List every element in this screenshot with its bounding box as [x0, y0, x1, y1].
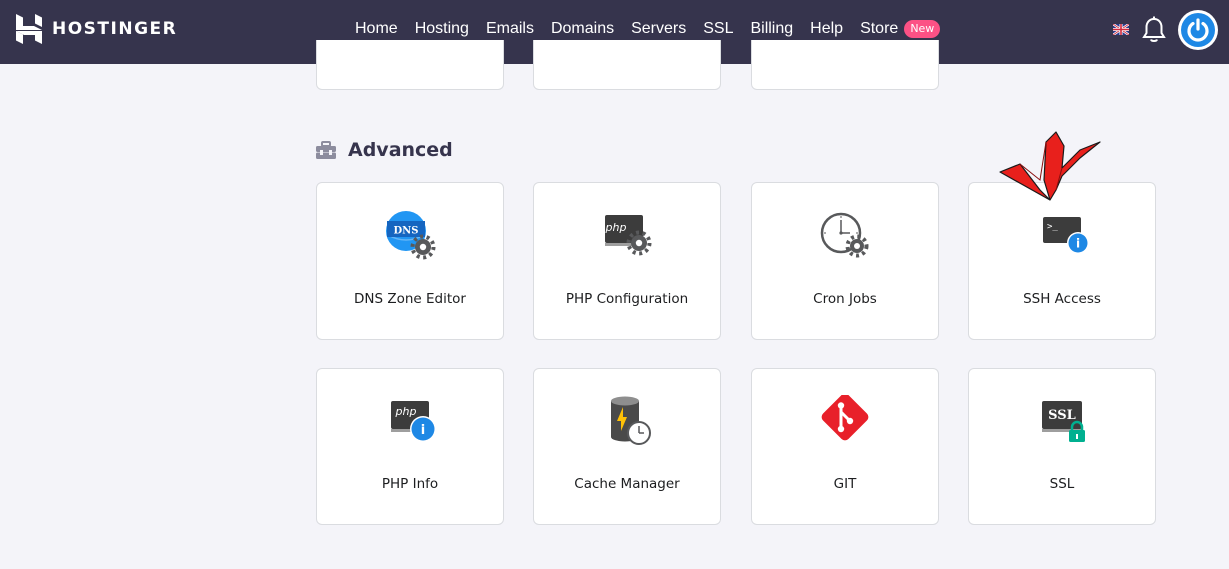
- php-info-card[interactable]: php i PHP Info: [316, 368, 504, 525]
- account-avatar[interactable]: [1178, 10, 1218, 50]
- brand-logo[interactable]: HOSTINGER: [16, 14, 177, 44]
- dns-gear-icon: DNS: [386, 211, 436, 260]
- nav-servers[interactable]: Servers: [631, 19, 686, 39]
- nav-domains[interactable]: Domains: [551, 19, 614, 39]
- tool-label: DNS Zone Editor: [354, 291, 466, 307]
- ssl-card[interactable]: SSL SSL: [968, 368, 1156, 525]
- svg-text:php: php: [395, 405, 417, 418]
- clock-gear-icon: [820, 212, 869, 258]
- advanced-section-header: Advanced: [316, 139, 453, 161]
- hostinger-logo-icon: [16, 14, 42, 44]
- nav-store[interactable]: Store New: [860, 19, 941, 39]
- nav-store-label: Store: [860, 20, 899, 37]
- power-icon: [1187, 18, 1209, 42]
- bell-icon[interactable]: [1141, 16, 1167, 44]
- database-lightning-clock-icon: [611, 396, 651, 445]
- toolbox-icon: [316, 141, 336, 159]
- tool-label: Cron Jobs: [813, 291, 877, 307]
- tool-label: SSL: [1049, 476, 1075, 492]
- nav-billing[interactable]: Billing: [750, 19, 793, 39]
- svg-text:i: i: [421, 423, 425, 438]
- tool-label: Cache Manager: [574, 476, 680, 492]
- tool-label: PHP Configuration: [565, 291, 689, 307]
- svg-text:DNS: DNS: [393, 226, 418, 237]
- php-configuration-card[interactable]: php PHP Configuration: [533, 182, 721, 340]
- uk-flag-icon[interactable]: [1113, 24, 1129, 35]
- brand-name: HOSTINGER: [52, 19, 178, 39]
- nav-emails[interactable]: Emails: [486, 19, 534, 39]
- previous-tool-card-1[interactable]: [316, 40, 504, 90]
- dns-zone-editor-card[interactable]: DNS DNS Zone Editor: [316, 182, 504, 340]
- red-checkmark-annotation-icon: [999, 131, 1101, 201]
- php-info-icon: php i: [391, 401, 436, 442]
- ssh-access-card[interactable]: >_ i SSH Access: [968, 182, 1156, 340]
- previous-tool-card-3[interactable]: [751, 40, 939, 90]
- svg-text:SSL: SSL: [1048, 408, 1076, 423]
- section-title: Advanced: [348, 139, 453, 161]
- svg-text:>_: >_: [1047, 222, 1058, 232]
- terminal-info-icon: >_ i: [1043, 217, 1089, 254]
- main-nav: Home Hosting Emails Domains Servers SSL …: [355, 19, 957, 39]
- tool-label: PHP Info: [381, 476, 439, 492]
- ssl-lock-icon: SSL: [1042, 401, 1085, 442]
- svg-text:i: i: [1076, 237, 1080, 251]
- previous-tool-card-2[interactable]: [533, 40, 721, 90]
- git-card[interactable]: GIT: [751, 368, 939, 525]
- nav-help[interactable]: Help: [810, 19, 843, 39]
- tool-label: SSH Access: [1023, 291, 1101, 307]
- nav-home[interactable]: Home: [355, 19, 398, 39]
- cache-manager-card[interactable]: Cache Manager: [533, 368, 721, 525]
- tool-label: GIT: [833, 476, 857, 492]
- cron-jobs-card[interactable]: Cron Jobs: [751, 182, 939, 340]
- nav-hosting[interactable]: Hosting: [415, 19, 469, 39]
- nav-ssl[interactable]: SSL: [703, 19, 733, 39]
- svg-text:php: php: [605, 221, 627, 234]
- new-badge: New: [904, 20, 941, 38]
- git-icon: [821, 395, 869, 441]
- php-gear-icon: php: [605, 215, 652, 256]
